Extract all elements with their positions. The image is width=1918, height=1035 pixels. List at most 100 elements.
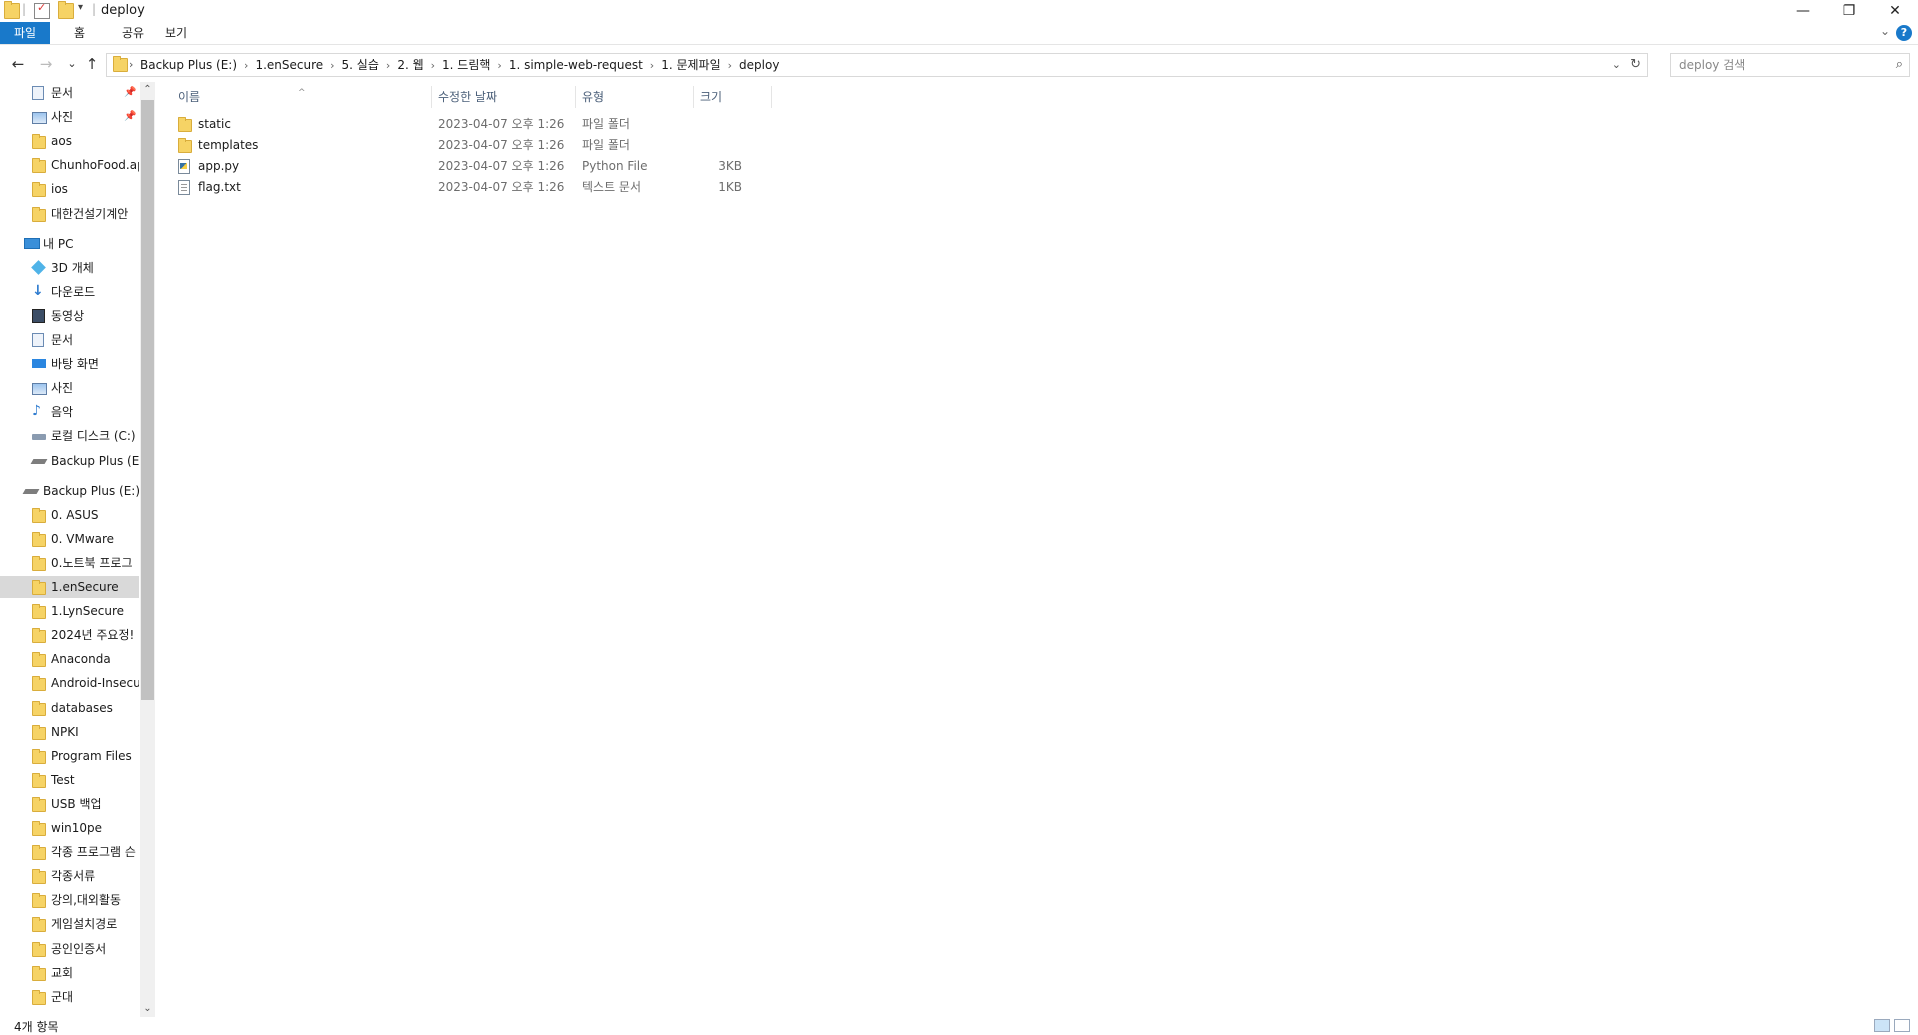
sidebar-item[interactable]: 사진: [0, 377, 139, 399]
chevron-right-icon[interactable]: ›: [726, 55, 734, 77]
sidebar-item[interactable]: ↓ 다운로드: [0, 281, 139, 303]
column-header-name[interactable]: 이름 ^: [172, 86, 432, 108]
sidebar-item[interactable]: ♪ 음악: [0, 401, 139, 423]
sidebar-item-label: 바탕 화면: [51, 357, 99, 372]
sidebar-item[interactable]: ChunhoFood.ap: [0, 154, 139, 176]
sidebar-item[interactable]: ios: [0, 178, 139, 200]
sidebar-item[interactable]: databases: [0, 697, 139, 719]
sidebar-item[interactable]: Android-Insecur: [0, 672, 139, 694]
breadcrumb-item[interactable]: deploy: [734, 54, 784, 76]
sidebar-item-label: Test: [51, 772, 75, 787]
sidebar-item[interactable]: 대한건설기계안: [0, 203, 139, 225]
sidebar-item[interactable]: 1.enSecure: [0, 576, 139, 598]
address-bar[interactable]: › Backup Plus (E:) › 1.enSecure › 5. 실습 › 2. 웹…: [106, 53, 1648, 77]
pictures-icon: [32, 112, 47, 125]
up-button[interactable]: ↑: [82, 54, 102, 74]
sidebar-item[interactable]: 3D 개체: [0, 257, 139, 279]
refresh-icon[interactable]: ↻: [1630, 54, 1641, 76]
breadcrumb-item[interactable]: 2. 웹: [392, 54, 428, 76]
minimize-button[interactable]: —: [1780, 0, 1826, 22]
properties-icon[interactable]: ✓: [34, 1, 50, 19]
quick-access-dropdown-icon[interactable]: ▾: [78, 2, 83, 13]
folder-icon: [32, 182, 46, 198]
details-view-icon[interactable]: [1874, 1019, 1890, 1032]
maximize-button[interactable]: ❐: [1826, 0, 1872, 22]
scroll-up-icon[interactable]: ⌃: [140, 82, 155, 98]
recent-locations-button[interactable]: ⌄: [62, 54, 82, 74]
help-icon[interactable]: ?: [1896, 25, 1912, 41]
sidebar-item[interactable]: 1.LynSecure: [0, 600, 139, 622]
chevron-right-icon[interactable]: ›: [328, 55, 336, 77]
sidebar-item[interactable]: 사진 📌: [0, 106, 139, 128]
sidebar-item[interactable]: 2024년 주요정!: [0, 624, 139, 646]
sidebar-item[interactable]: 공인인증서: [0, 938, 139, 960]
chevron-right-icon[interactable]: ›: [242, 55, 250, 77]
breadcrumb-item[interactable]: 1. 드림핵: [437, 54, 495, 76]
sidebar-item[interactable]: 강의,대외활동: [0, 889, 139, 911]
sidebar-item-label: 문서: [51, 333, 74, 347]
large-icons-view-icon[interactable]: [1894, 1019, 1910, 1032]
sidebar-item[interactable]: Test: [0, 769, 139, 791]
sidebar-item[interactable]: 0.노트북 프로그: [0, 552, 139, 574]
breadcrumb-item[interactable]: Backup Plus (E:): [135, 54, 242, 76]
pin-icon: 📌: [124, 111, 137, 123]
folder-icon: [32, 700, 46, 716]
close-button[interactable]: ✕: [1872, 0, 1918, 22]
breadcrumb-item[interactable]: 1.enSecure: [250, 54, 328, 76]
sidebar-item-label: Program Files: [51, 748, 132, 763]
search-input[interactable]: deploy 검색 ⌕: [1670, 53, 1910, 77]
sidebar-item[interactable]: 로컬 디스크 (C:): [0, 425, 139, 447]
chevron-down-icon[interactable]: ⌄: [1612, 54, 1621, 76]
ribbon-expand-icon[interactable]: ⌄: [1880, 24, 1890, 38]
sidebar-item[interactable]: 0. ASUS: [0, 504, 139, 526]
sidebar-item[interactable]: 교회: [0, 962, 139, 984]
scrollbar-thumb[interactable]: [141, 100, 154, 700]
sidebar-item[interactable]: 군대: [0, 986, 139, 1008]
window-title: deploy: [101, 3, 145, 18]
sidebar-item[interactable]: 내 PC: [0, 233, 139, 255]
chevron-right-icon[interactable]: ›: [648, 55, 656, 77]
sidebar-item[interactable]: 바탕 화면: [0, 353, 139, 375]
column-header-type[interactable]: 유형: [576, 86, 694, 108]
sidebar-item-label: 2024년 주요정!: [51, 628, 135, 643]
sidebar-item[interactable]: win10pe: [0, 817, 139, 839]
sidebar-item[interactable]: 동영상: [0, 305, 139, 327]
new-folder-icon[interactable]: [58, 1, 74, 19]
file-row[interactable]: app.py 2023-04-07 오후 1:26 Python File 3KB: [172, 156, 772, 177]
chevron-right-icon[interactable]: ›: [495, 55, 503, 77]
sidebar-item[interactable]: Backup Plus (E:): [0, 450, 139, 472]
document-icon: [32, 333, 44, 347]
sidebar-item[interactable]: USB 백업: [0, 793, 139, 815]
column-header-size[interactable]: 크기: [694, 86, 772, 108]
sidebar-item[interactable]: Backup Plus (E:): [0, 480, 139, 502]
chevron-right-icon[interactable]: ›: [429, 55, 437, 77]
sidebar-item[interactable]: 문서: [0, 329, 139, 351]
file-row[interactable]: templates 2023-04-07 오후 1:26 파일 폴더: [172, 135, 772, 156]
file-row[interactable]: static 2023-04-07 오후 1:26 파일 폴더: [172, 114, 772, 135]
forward-button[interactable]: →: [36, 54, 56, 74]
sidebar-item[interactable]: NPKI: [0, 721, 139, 743]
sidebar-item[interactable]: 0. VMware: [0, 528, 139, 550]
chevron-right-icon[interactable]: ›: [129, 54, 133, 76]
breadcrumb-item[interactable]: 5. 실습: [337, 54, 384, 76]
sidebar-item[interactable]: 문서 📌: [0, 82, 139, 104]
column-header-date[interactable]: 수정한 날짜: [432, 86, 576, 108]
sidebar-item[interactable]: Anaconda: [0, 648, 139, 670]
breadcrumb-item[interactable]: 1. 문제파일: [656, 54, 725, 76]
breadcrumb-item[interactable]: 1. simple-web-request: [504, 54, 648, 76]
tab-home[interactable]: 홈: [60, 22, 99, 44]
sidebar-item-label: ChunhoFood.ap: [51, 158, 139, 173]
tab-file[interactable]: 파일: [0, 22, 51, 44]
scroll-down-icon[interactable]: ⌄: [140, 1001, 155, 1017]
tab-view[interactable]: 보기: [151, 22, 201, 44]
sidebar-item[interactable]: 게임설치경로: [0, 913, 139, 935]
sidebar-item[interactable]: Program Files: [0, 745, 139, 767]
back-button[interactable]: ←: [8, 54, 28, 74]
sidebar-item[interactable]: aos: [0, 130, 139, 152]
sidebar-item[interactable]: 각종서류: [0, 865, 139, 887]
sidebar-item[interactable]: 각종 프로그램 슨: [0, 841, 139, 863]
search-icon[interactable]: ⌕: [1896, 54, 1903, 76]
chevron-right-icon[interactable]: ›: [384, 55, 392, 77]
folder-icon: [32, 989, 46, 1005]
file-row[interactable]: flag.txt 2023-04-07 오후 1:26 텍스트 문서 1KB: [172, 177, 772, 198]
